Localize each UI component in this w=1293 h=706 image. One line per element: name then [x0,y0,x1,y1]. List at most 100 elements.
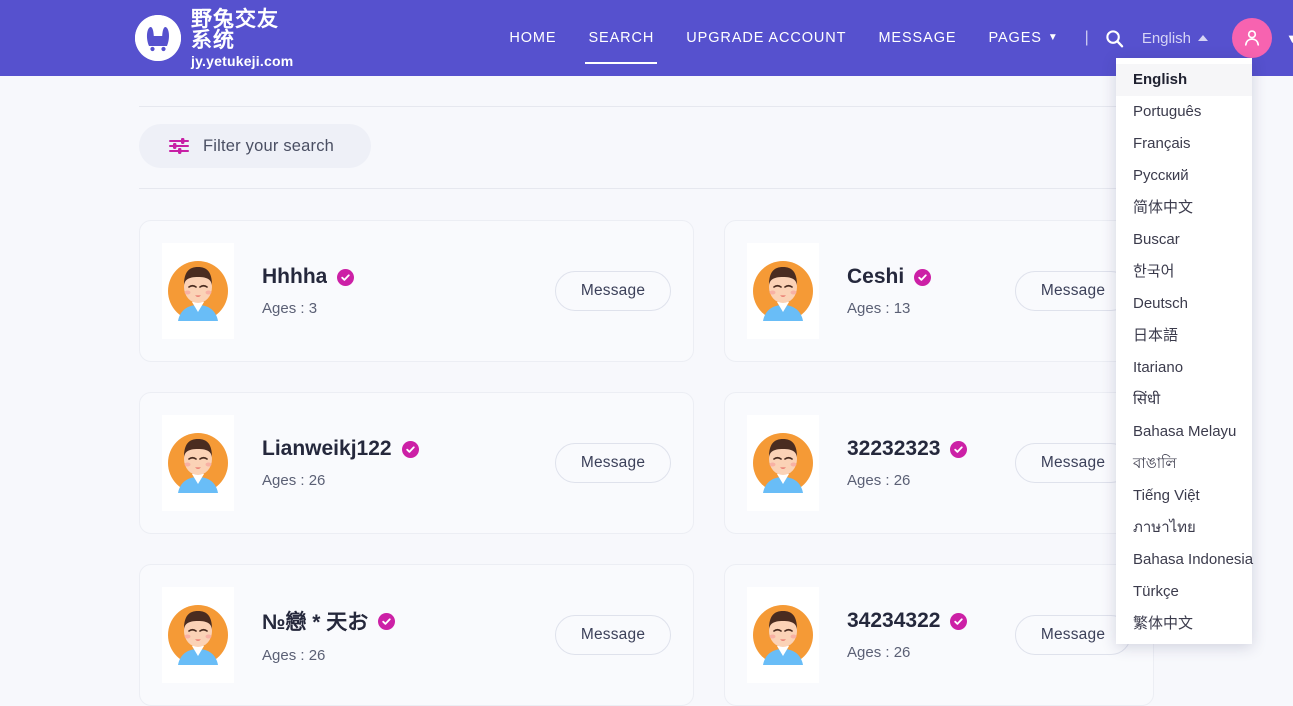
profile-photo-icon [168,605,228,665]
message-button[interactable]: Message [1015,615,1131,655]
search-icon[interactable] [1099,29,1134,48]
verified-check-glyph [341,273,351,281]
profile-photo [162,415,234,511]
profile-card[interactable]: Hhhha Ages : 3 Message [139,220,694,362]
profile-name-row: Ceshi [847,265,1015,289]
verified-check-glyph [405,445,415,453]
language-option-bahasa-melayu[interactable]: Bahasa Melayu [1116,416,1252,448]
message-button[interactable]: Message [555,615,671,655]
profile-photo [747,243,819,339]
language-option-deutsch[interactable]: Deutsch [1116,288,1252,320]
search-icon-glyph [1106,29,1124,47]
profile-info: Lianweikj122 Ages : 26 [262,437,555,489]
profile-name-row: 34234322 [847,609,1015,633]
language-dropdown-menu: English Português Français Русский 简体中文 … [1116,58,1253,644]
profile-name: 32232323 [847,437,941,460]
nav-item-search-label: SEARCH [588,30,655,46]
verified-check-glyph [954,445,964,453]
nav-item-search[interactable]: SEARCH [572,0,670,76]
language-option-buscar[interactable]: Buscar [1116,224,1252,256]
nav-item-message[interactable]: MESSAGE [862,0,972,76]
profile-info: Ceshi Ages : 13 [847,265,1015,317]
nav-item-upgrade-account[interactable]: UPGRADE ACCOUNT [670,0,862,76]
verified-check-glyph [918,273,927,281]
language-option-bengali[interactable]: বাঙালি [1116,448,1252,480]
divider-bottom [139,188,1153,189]
nav-item-pages[interactable]: PAGES ▼ [972,0,1074,76]
nav-item-home-label: HOME [509,30,557,46]
brand-logo-link[interactable]: 野兔交友系统 jy.yetukeji.com [135,9,293,68]
profile-card[interactable]: №戀 * 天お Ages : 26 Message [139,564,694,706]
avatar-chevron-down-icon[interactable]: ▼ [1286,31,1293,46]
message-button[interactable]: Message [555,443,671,483]
language-selector[interactable]: English [1134,30,1216,47]
language-option-russkiy[interactable]: Русский [1116,160,1252,192]
profile-name: Hhhha [262,265,328,288]
profile-name-row: Lianweikj122 [262,437,555,461]
profile-card[interactable]: Lianweikj122 Ages : 26 Message [139,392,694,534]
profile-name: Ceshi [847,265,905,288]
nav-separator: | [1084,29,1089,46]
profile-card[interactable]: 32232323 Ages : 26 Message [724,392,1154,534]
language-option-thai[interactable]: ภาษาไทย [1116,512,1252,544]
profile-info: 34234322 Ages : 26 [847,609,1015,661]
profile-info: Hhhha Ages : 3 [262,265,555,317]
profile-name: №戀 * 天お [262,611,369,634]
profile-photo [747,415,819,511]
profile-name-row: №戀 * 天お [262,606,555,636]
language-option-simplified-chinese[interactable]: 简体中文 [1116,192,1252,224]
nav-item-pages-label: PAGES [988,30,1042,46]
message-button[interactable]: Message [1015,271,1131,311]
profile-photo-icon [753,261,813,321]
message-button[interactable]: Message [555,271,671,311]
language-option-itariano[interactable]: Itariano [1116,352,1252,384]
language-option-japanese[interactable]: 日本語 [1116,320,1252,352]
profile-age: Ages : 3 [262,300,318,317]
verified-check-icon [950,612,968,630]
bunny-logo-glyph [135,15,181,61]
profile-card[interactable]: Ceshi Ages : 13 Message [724,220,1154,362]
language-option-francais[interactable]: Français [1116,128,1252,160]
profile-age: Ages : 26 [262,472,326,489]
profile-photo-icon [753,605,813,665]
user-avatar-button[interactable] [1232,18,1273,58]
brand-url: jy.yetukeji.com [191,52,294,69]
verified-check-glyph [954,617,964,625]
filter-your-search-button[interactable]: Filter your search [139,124,371,168]
profile-card[interactable]: 34234322 Ages : 26 Message [724,564,1154,706]
nav-item-message-label: MESSAGE [878,30,957,46]
profile-info: №戀 * 天お Ages : 26 [262,606,555,664]
nav-item-upgrade-account-label: UPGRADE ACCOUNT [686,30,847,46]
sliders-filter-icon [169,138,189,154]
language-option-korean[interactable]: 한국어 [1116,256,1252,288]
verified-check-icon [337,268,355,286]
language-option-turkce[interactable]: Türkçe [1116,576,1252,608]
language-option-traditional-chinese[interactable]: 繁体中文 [1116,608,1252,640]
profile-photo [747,587,819,683]
site-header: 野兔交友系统 jy.yetukeji.com HOME SEARCH UPGRA… [0,0,1293,76]
profile-info: 32232323 Ages : 26 [847,437,1015,489]
profile-age: Ages : 13 [847,300,911,317]
divider-top [139,106,1153,107]
nav-item-home[interactable]: HOME [493,0,572,76]
verified-check-icon [378,612,396,630]
bunny-logo-icon [135,15,181,61]
profile-age: Ages : 26 [262,647,326,664]
language-option-portugues[interactable]: Português [1116,96,1252,128]
language-option-sindhi[interactable]: सिंधी [1116,384,1252,416]
user-avatar-icon [1244,30,1260,46]
language-selector-label: English [1141,29,1192,47]
message-button[interactable]: Message [1015,443,1131,483]
chevron-down-icon: ▼ [1047,31,1059,43]
verified-check-icon [914,268,932,286]
language-option-vietnamese[interactable]: Tiếng Việt [1116,480,1252,512]
profile-photo [162,587,234,683]
profile-name: 34234322 [847,609,941,632]
verified-check-glyph [382,617,391,625]
verified-check-icon [401,440,419,458]
language-option-bahasa-indonesia[interactable]: Bahasa Indonesia [1116,544,1253,576]
profile-age: Ages : 26 [847,472,911,489]
language-option-english[interactable]: English [1116,64,1252,96]
brand-text: 野兔交友系统 jy.yetukeji.com [191,9,293,68]
profile-name: Lianweikj122 [262,437,392,460]
